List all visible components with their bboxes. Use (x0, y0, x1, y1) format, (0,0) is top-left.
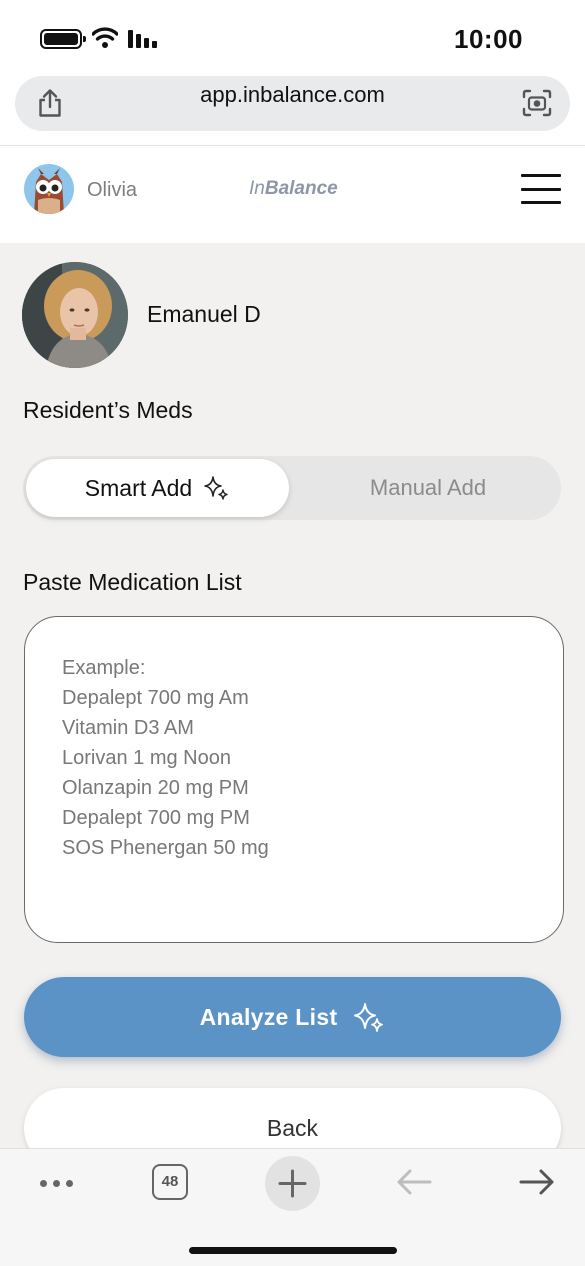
wifi-icon (92, 27, 118, 48)
address-bar[interactable]: app.inbalance.com (15, 76, 570, 131)
lens-icon[interactable] (522, 89, 552, 117)
sparkle-icon (354, 1003, 384, 1032)
sparkle-icon (204, 476, 228, 500)
battery-icon (40, 29, 86, 49)
back-arrow-icon[interactable] (395, 1168, 433, 1196)
section-title: Resident’s Meds (23, 397, 193, 423)
home-indicator (189, 1247, 397, 1254)
url-text[interactable]: app.inbalance.com (15, 82, 570, 108)
placeholder-line: Depalept 700 mg Am (62, 687, 249, 709)
owl-icon[interactable] (24, 164, 74, 214)
more-icon[interactable] (40, 1180, 73, 1187)
back-label: Back (266, 1115, 319, 1141)
placeholder-line: Lorivan 1 mg Noon (62, 747, 231, 769)
manual-add-tab[interactable]: Manual Add (298, 459, 558, 517)
user-name: Olivia (87, 179, 138, 201)
browser-toolbar: 48 (0, 1148, 585, 1266)
paste-label: Paste Medication List (23, 569, 242, 595)
placeholder-text: Example: Depalept 700 mg Am Vitamin D3 A… (62, 653, 269, 863)
tabs-icon[interactable]: 48 (152, 1164, 188, 1200)
placeholder-line: Example: (62, 657, 146, 679)
smart-add-tab[interactable]: Smart Add (26, 459, 289, 517)
medication-list-input[interactable]: Example: Depalept 700 mg Am Vitamin D3 A… (24, 616, 564, 943)
signal-icon (128, 30, 157, 48)
resident-avatar (22, 262, 128, 368)
status-bar: 10:00 (0, 0, 585, 72)
analyze-list-button[interactable]: Analyze List (24, 977, 561, 1057)
app-header: Olivia InBalance (0, 145, 585, 243)
placeholder-line: Vitamin D3 AM (62, 717, 194, 739)
plus-icon[interactable] (265, 1156, 320, 1211)
status-time: 10:00 (454, 24, 523, 54)
back-button[interactable]: Back (24, 1088, 561, 1148)
main-content: Emanuel D Resident’s Meds Smart Add Manu… (0, 243, 585, 1148)
smart-add-label: Smart Add (84, 474, 193, 501)
analyze-label: Analyze List (199, 1003, 338, 1030)
menu-icon[interactable] (521, 174, 561, 204)
brand-suffix: Balance (264, 178, 338, 199)
placeholder-line: Olanzapin 20 mg PM (62, 777, 249, 799)
placeholder-line: SOS Phenergan 50 mg (62, 837, 269, 859)
brand-prefix: In (249, 178, 265, 199)
brand-logo: InBalance (249, 178, 338, 200)
resident-name: Emanuel D (147, 301, 261, 327)
placeholder-line: Depalept 700 mg PM (62, 807, 250, 829)
add-mode-toggle: Smart Add Manual Add (23, 456, 561, 520)
forward-arrow-icon[interactable] (518, 1168, 556, 1196)
